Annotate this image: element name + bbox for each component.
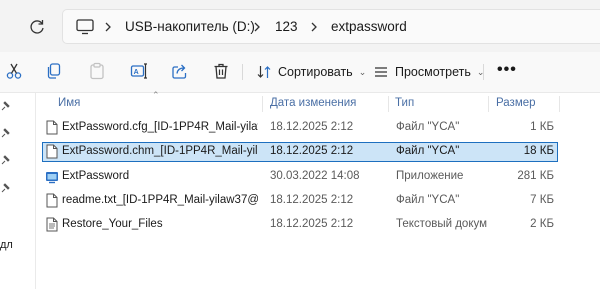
file-row-selected[interactable]: ExtPassword.chm_[ID-1PP4R_Mail-yilaw3...… [42,142,558,162]
file-row[interactable]: Restore_Your_Files 18.12.2025 2:12 Текст… [42,215,558,235]
chevron-right-icon[interactable] [101,19,115,35]
file-date: 18.12.2025 2:12 [270,145,354,157]
file-name: ExtPassword [62,170,130,182]
file-name: ExtPassword.cfg_[ID-1PP4R_Mail-yilaw37..… [62,121,258,133]
column-header-size[interactable]: Размер [496,97,536,109]
file-size: 18 КБ [523,145,554,157]
share-icon[interactable] [171,62,189,80]
pin-icon[interactable] [1,128,10,138]
nav-item-label[interactable]: дл [0,239,13,251]
chevron-down-icon: ⌄ [358,66,367,77]
toolbar-divider [483,64,484,80]
breadcrumb-folder-extpassword[interactable]: extpassword [331,19,407,35]
file-icon [46,144,58,159]
pin-icon[interactable] [1,155,10,165]
sort-ascending-icon: ⌃ [152,90,160,100]
file-type: Приложение [396,170,464,182]
toolbar-divider [242,64,243,80]
file-size: 1 КБ [530,121,554,133]
copy-icon[interactable] [45,62,63,80]
pin-icon[interactable] [1,183,10,193]
paste-icon[interactable] [88,62,106,80]
file-type: Файл "YCA" [396,145,460,157]
address-bar[interactable]: USB-накопитель (D:) 123 extpassword [62,9,600,44]
application-icon [46,172,58,184]
file-icon [46,120,58,135]
file-size: 281 КБ [517,170,554,182]
file-row[interactable]: readme.txt_[ID-1PP4R_Mail-yilaw37@hot...… [42,191,558,211]
breadcrumb-folder-123[interactable]: 123 [275,19,298,35]
file-name: readme.txt_[ID-1PP4R_Mail-yilaw37@hot... [62,194,258,206]
file-list: ⌃ Имя Дата изменения Тип Размер ExtPassw… [36,90,600,289]
navigation-pane [0,93,17,289]
file-date: 18.12.2025 2:12 [270,121,354,133]
file-name: ExtPassword.chm_[ID-1PP4R_Mail-yilaw3... [62,145,258,157]
view-label: Просмотреть [395,65,471,79]
file-row[interactable]: ExtPassword 30.03.2022 14:08 Приложение … [42,167,558,187]
file-type: Файл "YCA" [396,194,460,206]
command-bar: A Сортировать ⌄ Просмотреть ⌄ ••• [0,52,600,93]
file-date: 30.03.2022 14:08 [270,170,360,182]
sort-icon [257,66,271,78]
delete-icon[interactable] [212,62,230,80]
view-button[interactable]: Просмотреть ⌄ [373,62,484,82]
rename-icon[interactable]: A [130,62,148,80]
sort-button[interactable]: Сортировать ⌄ [256,62,366,82]
file-size: 2 КБ [530,218,554,230]
chevron-right-icon[interactable] [250,19,264,35]
more-options-button[interactable]: ••• [497,62,517,78]
file-name: Restore_Your_Files [62,218,163,230]
breadcrumb-drive[interactable]: USB-накопитель (D:) [125,19,255,35]
text-document-icon [46,217,58,232]
column-header-date[interactable]: Дата изменения [270,97,356,109]
column-header-name[interactable]: Имя [58,97,80,109]
pin-icon[interactable] [1,101,10,111]
chevron-right-icon[interactable] [307,19,321,35]
file-type: Файл "YCA" [396,121,460,133]
file-icon [46,193,58,208]
this-pc-icon [76,19,94,35]
file-date: 18.12.2025 2:12 [270,218,354,230]
cut-icon[interactable] [5,62,23,80]
column-divider[interactable] [388,96,389,112]
svg-text:A: A [134,69,139,76]
file-size: 7 КБ [530,194,554,206]
file-date: 18.12.2025 2:12 [270,194,354,206]
address-bar-row: USB-накопитель (D:) 123 extpassword [0,0,600,52]
column-divider[interactable] [488,96,489,112]
sort-label: Сортировать [278,65,353,79]
column-header-type[interactable]: Тип [395,97,414,109]
file-type: Текстовый докум... [396,218,488,230]
view-icon [375,67,387,77]
refresh-icon[interactable] [27,17,47,37]
column-divider[interactable] [262,96,263,112]
file-row[interactable]: ExtPassword.cfg_[ID-1PP4R_Mail-yilaw37..… [42,118,558,138]
column-divider[interactable] [559,96,560,112]
